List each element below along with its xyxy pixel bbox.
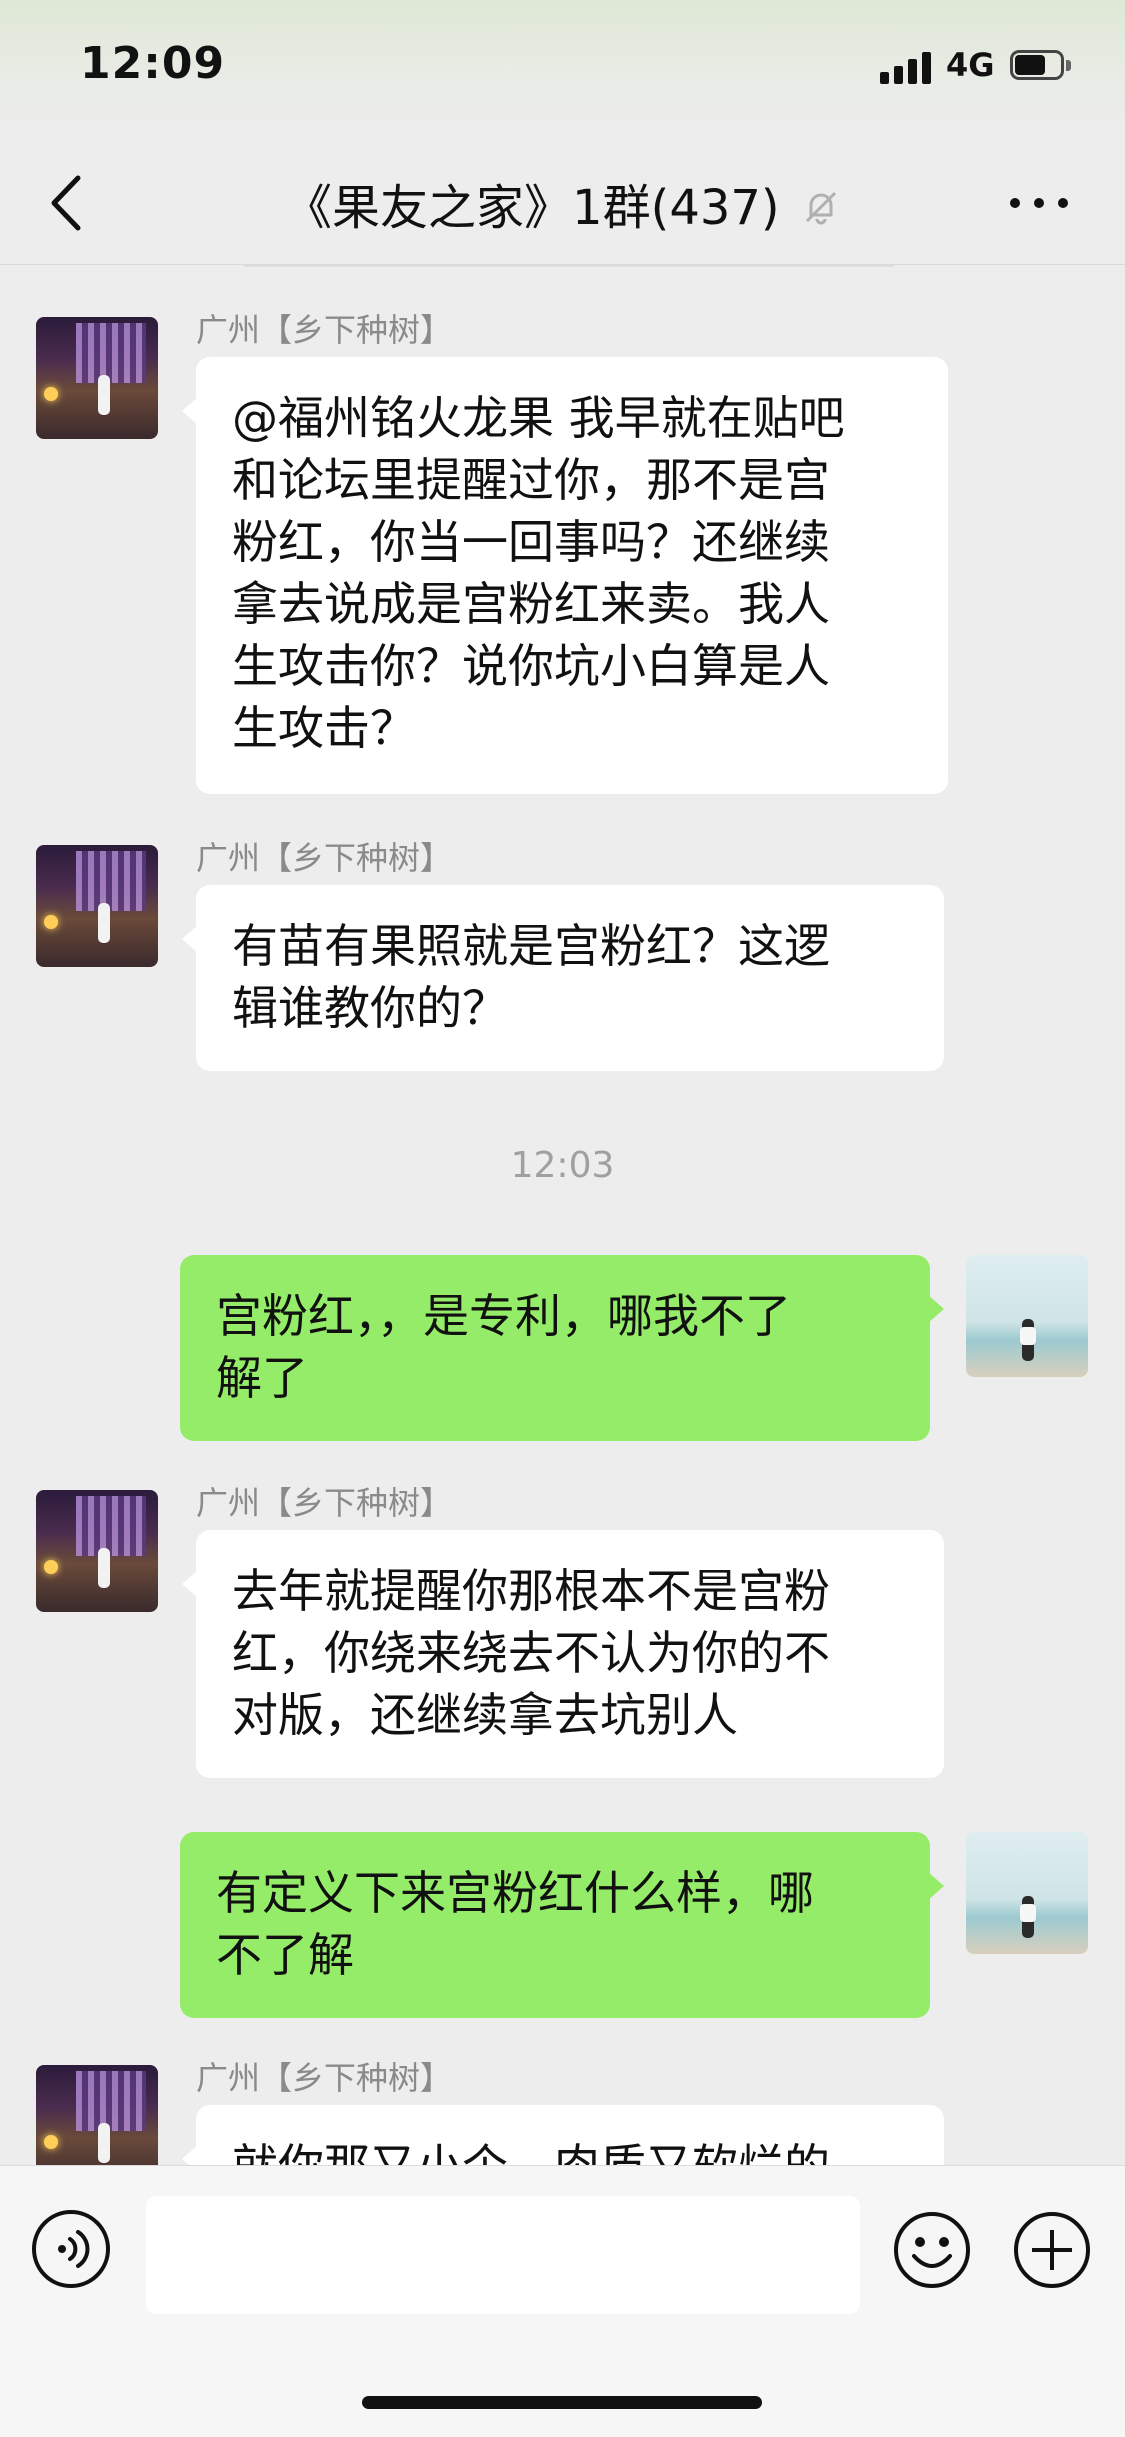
mute-bell-icon bbox=[801, 183, 841, 239]
chat-header: 《果友之家》1群(437) bbox=[0, 140, 1125, 265]
back-icon[interactable] bbox=[40, 168, 100, 238]
chat-timestamp: 12:03 bbox=[510, 1145, 615, 1186]
message-line: 对版，还继续拿去坑别人 bbox=[232, 1688, 738, 1742]
battery-icon bbox=[1010, 50, 1072, 82]
message-line: 宫粉红，，是专利，哪我不了 bbox=[216, 1289, 791, 1343]
message-line: 有定义下来宫粉红什么样，哪 bbox=[216, 1866, 814, 1920]
message-bubble[interactable]: 有苗有果照就是宫粉红？这逻 辑谁教你的？ bbox=[182, 885, 944, 1071]
message-line: 生攻击你？说你坑小白算是人 bbox=[232, 639, 830, 693]
chat-list[interactable]: 广州【乡下种树】 @福州铭火龙果 我早就在贴吧 和论坛里提醒过你，那不是宫 粉红… bbox=[0, 265, 1125, 2165]
message-line: 生攻击？ bbox=[232, 701, 416, 755]
sender-name: 广州【乡下种树】 bbox=[196, 839, 453, 877]
my-avatar[interactable] bbox=[966, 1832, 1088, 1954]
divider bbox=[244, 265, 894, 267]
signal-icon bbox=[880, 50, 938, 84]
voice-icon[interactable] bbox=[32, 2210, 110, 2288]
avatar[interactable] bbox=[36, 845, 158, 967]
message-line: 有苗有果照就是宫粉红？这逻 bbox=[232, 919, 830, 973]
message-line: 就你那又小个，肉质又软烂的 bbox=[232, 2135, 908, 2165]
my-avatar[interactable] bbox=[966, 1255, 1088, 1377]
message-line: @福州铭火龙果 我早就在贴吧 bbox=[232, 391, 845, 445]
message-line: 拿去说成是宫粉红来卖。我人 bbox=[232, 577, 830, 631]
more-icon[interactable] bbox=[1010, 184, 1070, 220]
message-line: 不了解 bbox=[216, 1928, 354, 1982]
message-line: 和论坛里提醒过你，那不是宫 bbox=[232, 453, 830, 507]
home-indicator bbox=[362, 2396, 762, 2409]
sender-name: 广州【乡下种树】 bbox=[196, 2059, 453, 2097]
input-bar bbox=[0, 2165, 1125, 2437]
avatar[interactable] bbox=[36, 1490, 158, 1612]
chat-title: 《果友之家》1群(437) bbox=[170, 168, 955, 239]
message-bubble[interactable]: 就你那又小个，肉质又软烂的 bbox=[182, 2105, 944, 2165]
network-type: 4G bbox=[946, 46, 995, 84]
message-input[interactable] bbox=[146, 2196, 860, 2314]
sender-name: 广州【乡下种树】 bbox=[196, 1484, 453, 1522]
emoji-icon[interactable] bbox=[892, 2210, 972, 2290]
sender-name: 广州【乡下种树】 bbox=[196, 311, 453, 349]
message-line: 粉红，你当一回事吗？还继续 bbox=[232, 515, 830, 569]
status-time: 12:09 bbox=[80, 38, 226, 89]
status-bar: 12:09 4G bbox=[0, 0, 1125, 140]
chat-title-text: 《果友之家》1群(437) bbox=[284, 180, 780, 236]
message-line: 红，你绕来绕去不认为你的不 bbox=[232, 1626, 830, 1680]
message-line: 辑谁教你的？ bbox=[232, 981, 508, 1035]
avatar[interactable] bbox=[36, 317, 158, 439]
message-bubble[interactable]: @福州铭火龙果 我早就在贴吧 和论坛里提醒过你，那不是宫 粉红，你当一回事吗？还… bbox=[182, 357, 948, 794]
message-line: 去年就提醒你那根本不是宫粉 bbox=[232, 1564, 830, 1618]
message-line: 解了 bbox=[216, 1351, 308, 1405]
plus-icon[interactable] bbox=[1012, 2210, 1092, 2290]
avatar[interactable] bbox=[36, 2065, 158, 2165]
message-bubble[interactable]: 去年就提醒你那根本不是宫粉 红，你绕来绕去不认为你的不 对版，还继续拿去坑别人 bbox=[182, 1530, 944, 1778]
message-bubble[interactable]: 宫粉红，，是专利，哪我不了 解了 bbox=[180, 1255, 944, 1441]
message-bubble[interactable]: 有定义下来宫粉红什么样，哪 不了解 bbox=[180, 1832, 944, 2018]
